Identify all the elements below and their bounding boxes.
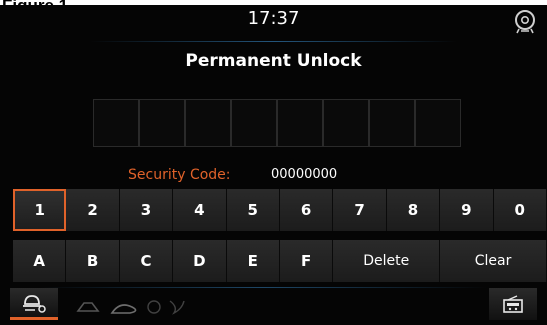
code-box <box>323 99 369 147</box>
key-3[interactable]: 3 <box>119 189 174 231</box>
keypad-row-letters: A B C D E F Delete Clear <box>13 240 547 282</box>
code-box <box>369 99 415 147</box>
car-faded-icon <box>76 302 100 312</box>
key-0[interactable]: 0 <box>493 189 547 231</box>
route-icon <box>110 304 137 314</box>
ball-gear-icon[interactable] <box>511 7 539 35</box>
key-8[interactable]: 8 <box>386 189 441 231</box>
bottom-divider <box>40 287 487 288</box>
key-d[interactable]: D <box>173 240 227 282</box>
code-box <box>277 99 323 147</box>
code-box <box>231 99 277 147</box>
vehicle-settings-icon <box>23 294 46 313</box>
key-2[interactable]: 2 <box>66 189 120 231</box>
key-4[interactable]: 4 <box>173 189 227 231</box>
header-divider <box>90 41 457 42</box>
key-c[interactable]: C <box>119 240 174 282</box>
clear-button[interactable]: Clear <box>440 240 547 282</box>
code-box <box>139 99 185 147</box>
code-box <box>93 99 139 147</box>
faded-nav-icons <box>76 300 185 315</box>
clock: 17:37 <box>247 8 300 29</box>
key-a[interactable]: A <box>13 240 67 282</box>
nav-radio-button[interactable] <box>489 288 537 320</box>
key-f[interactable]: F <box>279 240 334 282</box>
page-title: Permanent Unlock <box>185 51 362 71</box>
delete-button[interactable]: Delete <box>333 240 441 282</box>
key-6[interactable]: 6 <box>279 189 334 231</box>
key-7[interactable]: 7 <box>333 189 387 231</box>
code-box <box>185 99 231 147</box>
key-1[interactable]: 1 <box>13 189 67 231</box>
key-5[interactable]: 5 <box>226 189 280 231</box>
code-entry-boxes <box>93 99 461 147</box>
keypad-row-digits: 1 2 3 4 5 6 7 8 9 0 <box>13 189 547 231</box>
nav-vehicle-settings-button[interactable] <box>10 288 58 320</box>
security-code-label: Security Code: <box>128 167 231 183</box>
key-9[interactable]: 9 <box>440 189 494 231</box>
radio-icon <box>503 295 523 313</box>
key-e[interactable]: E <box>226 240 280 282</box>
key-b[interactable]: B <box>66 240 120 282</box>
shield-faded-icon <box>169 300 185 315</box>
code-box <box>415 99 461 147</box>
security-code-value: 00000000 <box>271 167 338 182</box>
compass-faded-icon <box>147 300 161 314</box>
